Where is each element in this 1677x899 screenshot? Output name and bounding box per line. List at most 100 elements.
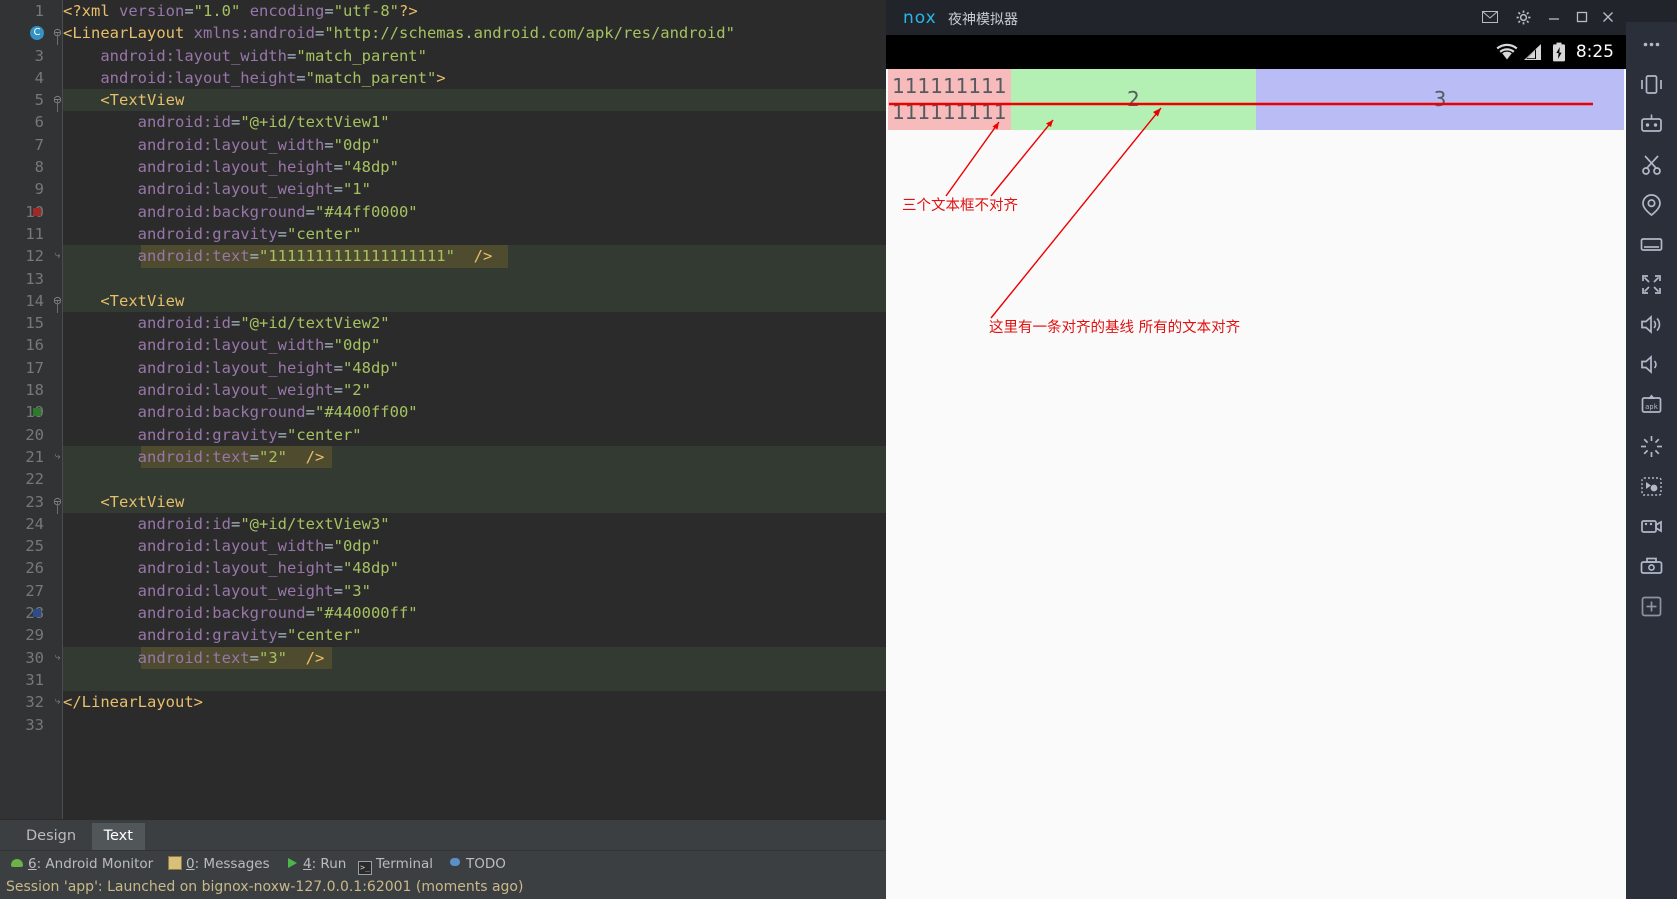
close-icon[interactable]	[1598, 8, 1618, 26]
fold-row[interactable]	[52, 624, 62, 646]
textview-1[interactable]: 1111111111111111111	[888, 69, 1011, 130]
nox-titlebar[interactable]: nox 夜神模拟器	[886, 0, 1626, 35]
tool-window-todo[interactable]: TODO	[448, 851, 506, 877]
code-line[interactable]: android:background="#440000ff"	[63, 602, 886, 624]
gear-icon[interactable]	[1513, 8, 1533, 26]
scissors-icon[interactable]	[1637, 150, 1666, 179]
code-line[interactable]: android:gravity="center"	[63, 624, 886, 646]
fold-row[interactable]: ⊖	[52, 290, 62, 313]
fold-end-icon[interactable]: ⤷	[52, 451, 63, 463]
gutter-row[interactable]: 20	[0, 424, 52, 446]
code-line[interactable]: android:id="@+id/textView2"	[63, 312, 886, 334]
minimize-icon[interactable]	[1544, 8, 1564, 26]
shake-phone-icon[interactable]	[1637, 70, 1666, 99]
editor-tab-text[interactable]: Text	[91, 823, 145, 850]
gutter-row[interactable]: 3	[0, 45, 52, 67]
gutter-row[interactable]: 29	[0, 624, 52, 646]
more-icon[interactable]	[1637, 30, 1666, 59]
gutter-row[interactable]: 17	[0, 357, 52, 379]
gutter-row[interactable]: 9	[0, 178, 52, 200]
code-line[interactable]: android:layout_width="0dp"	[63, 134, 886, 156]
fold-row[interactable]	[52, 424, 62, 446]
maximize-icon[interactable]	[1572, 8, 1592, 26]
mail-icon[interactable]	[1480, 8, 1500, 26]
gutter-row[interactable]: 33	[0, 714, 52, 736]
add-instance-icon[interactable]	[1637, 592, 1666, 621]
code-line[interactable]: android:id="@+id/textView1"	[63, 111, 886, 133]
tool-window-androidmonitor[interactable]: 6: Android Monitor	[10, 851, 153, 877]
code-line[interactable]: android:layout_width="0dp"	[63, 535, 886, 557]
location-icon[interactable]	[1637, 190, 1666, 219]
macro-script-icon[interactable]	[1637, 472, 1666, 501]
gutter-row[interactable]: 16	[0, 334, 52, 356]
fold-row[interactable]	[52, 0, 62, 22]
screenshot-icon[interactable]	[1637, 552, 1666, 581]
volume-up-icon[interactable]	[1637, 310, 1666, 339]
gamepad-keymap-icon[interactable]	[1637, 110, 1666, 139]
code-editor[interactable]: 1 2C 3 4 5 6 7 8 9 1011 12 13 14 15 16 17 1819 20 21 22 23 24…	[0, 0, 886, 819]
code-line[interactable]: <TextView	[63, 89, 886, 112]
fold-row[interactable]: ⊖	[52, 22, 62, 46]
nox-side-toolbar[interactable]: apk	[1626, 0, 1677, 899]
tool-window-run[interactable]: 4: Run	[285, 851, 346, 877]
fold-end-icon[interactable]: ⤷	[52, 652, 63, 664]
apk-install-icon[interactable]: apk	[1637, 390, 1666, 419]
fold-row[interactable]	[52, 468, 62, 490]
fold-row[interactable]	[52, 178, 62, 200]
code-line[interactable]: android:layout_width="0dp"	[63, 334, 886, 356]
gutter-row[interactable]: 23	[0, 491, 52, 513]
code-line[interactable]	[63, 668, 886, 692]
fold-row[interactable]	[52, 134, 62, 156]
code-line[interactable]: android:layout_height="48dp"	[63, 156, 886, 178]
gutter-row[interactable]: 25	[0, 535, 52, 557]
code-line[interactable]	[63, 714, 886, 736]
fold-row[interactable]	[52, 334, 62, 356]
gutter-row[interactable]: 5	[0, 89, 52, 111]
fullscreen-icon[interactable]	[1637, 270, 1666, 299]
volume-down-icon[interactable]	[1637, 350, 1666, 379]
fold-row[interactable]	[52, 111, 62, 133]
gutter-row[interactable]: 2C	[0, 22, 52, 44]
fold-row[interactable]	[52, 357, 62, 379]
gutter-row[interactable]: 1	[0, 0, 52, 22]
fold-row[interactable]: ⤷	[52, 691, 62, 713]
fold-row[interactable]	[52, 67, 62, 89]
gutter-row[interactable]: 6	[0, 111, 52, 133]
fold-row[interactable]	[52, 669, 62, 691]
fold-row[interactable]	[52, 580, 62, 602]
display-icon[interactable]	[1637, 230, 1666, 259]
gutter-row[interactable]: 31	[0, 669, 52, 691]
code-line[interactable]: android:layout_weight="2"	[63, 379, 886, 401]
gutter-row[interactable]: 19	[0, 401, 52, 423]
gutter-row[interactable]: 10	[0, 201, 52, 223]
tool-window-messages[interactable]: 0: Messages	[168, 851, 270, 877]
fold-row[interactable]: ⤷	[52, 245, 62, 267]
code-line[interactable]: android:layout_height="48dp"	[63, 557, 886, 579]
code-line[interactable]: android:layout_weight="3"	[63, 580, 886, 602]
code-line[interactable]: android:text="3" />	[63, 646, 886, 669]
fold-row[interactable]	[52, 602, 62, 624]
code-line[interactable]: <?xml version="1.0" encoding="utf-8"?>	[63, 0, 886, 22]
code-line[interactable]: android:background="#4400ff00"	[63, 401, 886, 423]
gutter-row[interactable]: 21	[0, 446, 52, 468]
editor-gutter[interactable]: 1 2C 3 4 5 6 7 8 9 1011 12 13 14 15 16 17 1819 20 21 22 23 24…	[0, 0, 52, 819]
fold-row[interactable]	[52, 379, 62, 401]
fold-row[interactable]	[52, 45, 62, 67]
code-line[interactable]: <LinearLayout xmlns:android="http://sche…	[63, 22, 886, 44]
fold-row[interactable]	[52, 557, 62, 579]
gutter-row[interactable]: 28	[0, 602, 52, 624]
code-line[interactable]: android:gravity="center"	[63, 424, 886, 446]
fold-row[interactable]	[52, 223, 62, 245]
fold-end-icon[interactable]: ⤷	[52, 251, 63, 262]
fold-row[interactable]	[52, 156, 62, 178]
code-line[interactable]	[63, 267, 886, 290]
tool-window-terminal[interactable]: >_ Terminal	[358, 851, 433, 877]
fold-row[interactable]: ⤷	[52, 647, 62, 669]
gutter-marker-green[interactable]	[33, 408, 41, 417]
fold-row[interactable]	[52, 401, 62, 423]
code-canvas[interactable]: <?xml version="1.0" encoding="utf-8"?> <L…	[63, 0, 886, 819]
gutter-row[interactable]: 18	[0, 379, 52, 401]
textview-2[interactable]: 2	[1010, 69, 1256, 130]
code-line[interactable]: android:layout_height="match_parent">	[63, 67, 886, 89]
fold-row[interactable]	[52, 714, 62, 736]
